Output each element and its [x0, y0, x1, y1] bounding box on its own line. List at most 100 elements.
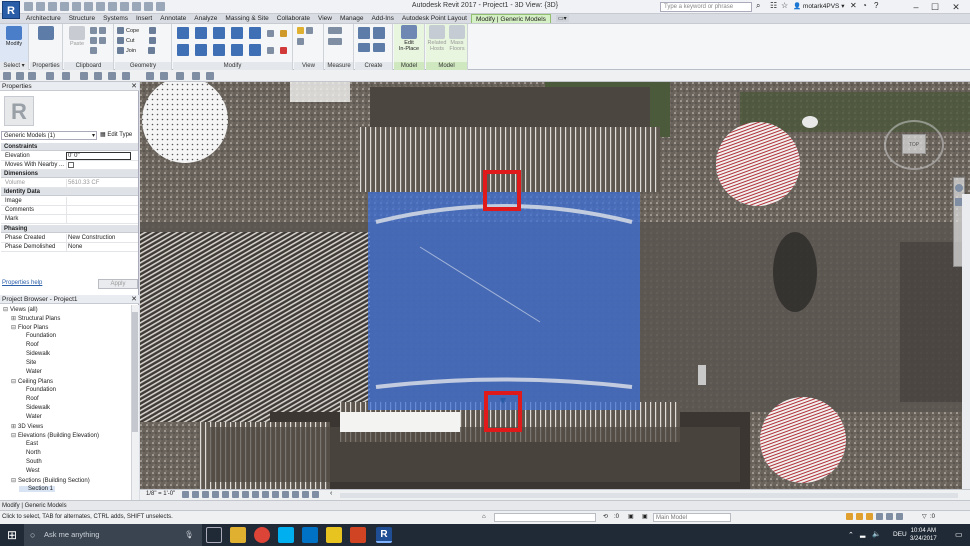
temp-hide-icon[interactable]: [262, 491, 269, 498]
copy-clip-icon[interactable]: [99, 27, 106, 34]
expand-toggle-icon[interactable]: ⊞: [11, 315, 16, 322]
background-process-icon[interactable]: [896, 513, 903, 520]
filter-icon[interactable]: ▽: [922, 513, 927, 520]
switch-windows-small-icon[interactable]: [206, 72, 214, 80]
expand-toggle-icon[interactable]: ⊟: [11, 378, 16, 385]
mirror-line-icon[interactable]: [231, 27, 243, 39]
measure-between-icon[interactable]: [328, 27, 342, 34]
browser-item[interactable]: Sidewalk: [19, 351, 50, 357]
browser-item[interactable]: East: [19, 441, 38, 447]
cut-button[interactable]: Cut: [117, 37, 156, 44]
canvas-hscrollbar[interactable]: [340, 493, 958, 498]
create-similar-icon[interactable]: [373, 43, 385, 52]
move-icon[interactable]: [177, 44, 189, 56]
favorites-icon[interactable]: ☆: [781, 1, 788, 10]
design-options-icon[interactable]: ▣: [628, 513, 634, 520]
browser-item[interactable]: ⊟ Ceiling Plans: [11, 378, 53, 385]
select-underlay-icon[interactable]: [856, 513, 863, 520]
minimize-button[interactable]: –: [908, 1, 924, 13]
network-icon[interactable]: ▂: [860, 530, 865, 538]
expand-toggle-icon[interactable]: ⊞: [11, 423, 16, 430]
trim-icon[interactable]: [231, 44, 243, 56]
binoculars-icon[interactable]: ⌕: [756, 1, 760, 11]
analytical-model-icon[interactable]: [292, 491, 299, 498]
browser-item[interactable]: ⊟ Sections (Building Section): [11, 477, 90, 484]
design-option-select[interactable]: Main Model: [653, 513, 731, 522]
active-workset-field[interactable]: [494, 513, 596, 522]
highlight-displacement-icon[interactable]: [302, 491, 309, 498]
select-links-icon[interactable]: [846, 513, 853, 520]
microphone-icon[interactable]: 🎙: [184, 524, 194, 546]
tray-up-icon[interactable]: ⌃: [848, 531, 854, 539]
browser-item[interactable]: ⊞ 3D Views: [11, 423, 43, 430]
notifications-icon[interactable]: ▭: [955, 530, 963, 539]
revit-taskbar-icon[interactable]: R: [376, 527, 392, 543]
moves-with-nearby-checkbox[interactable]: [68, 162, 74, 168]
system-clock[interactable]: 10:04 AM 3/24/2017: [910, 527, 937, 543]
row-phase-created[interactable]: Phase Created New Construction: [1, 234, 138, 243]
sticky-notes-icon[interactable]: [326, 527, 342, 543]
ribbon-tab-structure[interactable]: Structure: [65, 14, 99, 23]
redo-small-icon[interactable]: [62, 72, 70, 80]
related-hosts-button[interactable]: Related Hosts: [426, 25, 448, 52]
close-windows-small-icon[interactable]: [192, 72, 200, 80]
input-language[interactable]: DEU: [893, 531, 907, 538]
browser-item[interactable]: Site: [19, 360, 36, 366]
row-comments[interactable]: Comments: [1, 206, 138, 215]
file-explorer-icon[interactable]: [230, 527, 246, 543]
browser-item[interactable]: Water: [19, 414, 42, 420]
copy-icon[interactable]: [99, 37, 106, 44]
cut-clip-icon[interactable]: [90, 27, 97, 34]
ribbon-tab-systems[interactable]: Systems: [99, 14, 132, 23]
maximize-button[interactable]: ☐: [927, 1, 943, 13]
cortana-search[interactable]: ○ Ask me anything 🎙: [24, 524, 202, 546]
split-gap-icon[interactable]: [267, 29, 274, 37]
reveal-hidden-icon[interactable]: [272, 491, 279, 498]
browser-item[interactable]: Water: [19, 369, 42, 375]
powerpoint-icon[interactable]: [350, 527, 366, 543]
split-face-icon[interactable]: [148, 37, 156, 44]
browser-item[interactable]: ⊞ Structural Plans: [11, 315, 60, 322]
create-parts-icon[interactable]: [373, 27, 385, 39]
edit-in-place-button[interactable]: Edit In-Place: [398, 25, 420, 52]
rotate-icon[interactable]: [213, 44, 225, 56]
modify-button[interactable]: Modify: [3, 26, 25, 52]
ribbon-minimize-toggle[interactable]: ▭▾: [556, 15, 569, 22]
pin-icon[interactable]: [280, 29, 287, 37]
expand-toggle-icon[interactable]: ⊟: [3, 306, 8, 313]
application-menu-button[interactable]: R: [2, 1, 20, 19]
ribbon-tab-collaborate[interactable]: Collaborate: [273, 14, 314, 23]
canvas-vscrollbar[interactable]: [962, 194, 970, 489]
start-button[interactable]: ⊞: [0, 524, 24, 546]
ribbon-tab-analyze[interactable]: Analyze: [190, 14, 221, 23]
thin-lines-small-icon[interactable]: [176, 72, 184, 80]
linework-icon[interactable]: [297, 38, 304, 45]
ribbon-tab-modify-generic-models[interactable]: Modify | Generic Models: [470, 14, 551, 23]
chrome-icon[interactable]: [254, 527, 270, 543]
expand-toggle-icon[interactable]: ⊟: [11, 432, 16, 439]
undo-small-icon[interactable]: [46, 72, 54, 80]
browser-item[interactable]: Section 1: [19, 486, 56, 492]
render-icon[interactable]: [222, 491, 229, 498]
ribbon-tab-insert[interactable]: Insert: [132, 14, 156, 23]
split-icon[interactable]: [249, 27, 261, 39]
edit-type-button[interactable]: ▦ Edit Type: [100, 131, 132, 140]
expand-toggle-icon[interactable]: ⊟: [11, 477, 16, 484]
cope-button[interactable]: Cope: [117, 27, 157, 34]
scale-icon[interactable]: [267, 46, 274, 54]
ribbon-tab-annotate[interactable]: Annotate: [156, 14, 190, 23]
row-image[interactable]: Image: [1, 197, 138, 206]
crop-view-icon[interactable]: [232, 491, 239, 498]
browser-item[interactable]: ⊟ Elevations (Building Elevation): [11, 432, 99, 439]
browser-item[interactable]: West: [19, 468, 40, 474]
ribbon-tab-manage[interactable]: Manage: [336, 14, 368, 23]
crop-region-icon[interactable]: [242, 491, 249, 498]
create-assembly-icon[interactable]: [358, 27, 370, 39]
paste-button[interactable]: Paste: [66, 26, 88, 52]
scroll-left-icon[interactable]: ‹: [330, 490, 332, 497]
user-sign-in[interactable]: 👤 motark4PVS ▾: [793, 2, 844, 10]
group-constraints[interactable]: Constraints: [1, 143, 138, 151]
tag-small-icon[interactable]: [108, 72, 116, 80]
a360-icon[interactable]: ◔: [862, 1, 867, 10]
browser-item[interactable]: Foundation: [19, 387, 56, 393]
